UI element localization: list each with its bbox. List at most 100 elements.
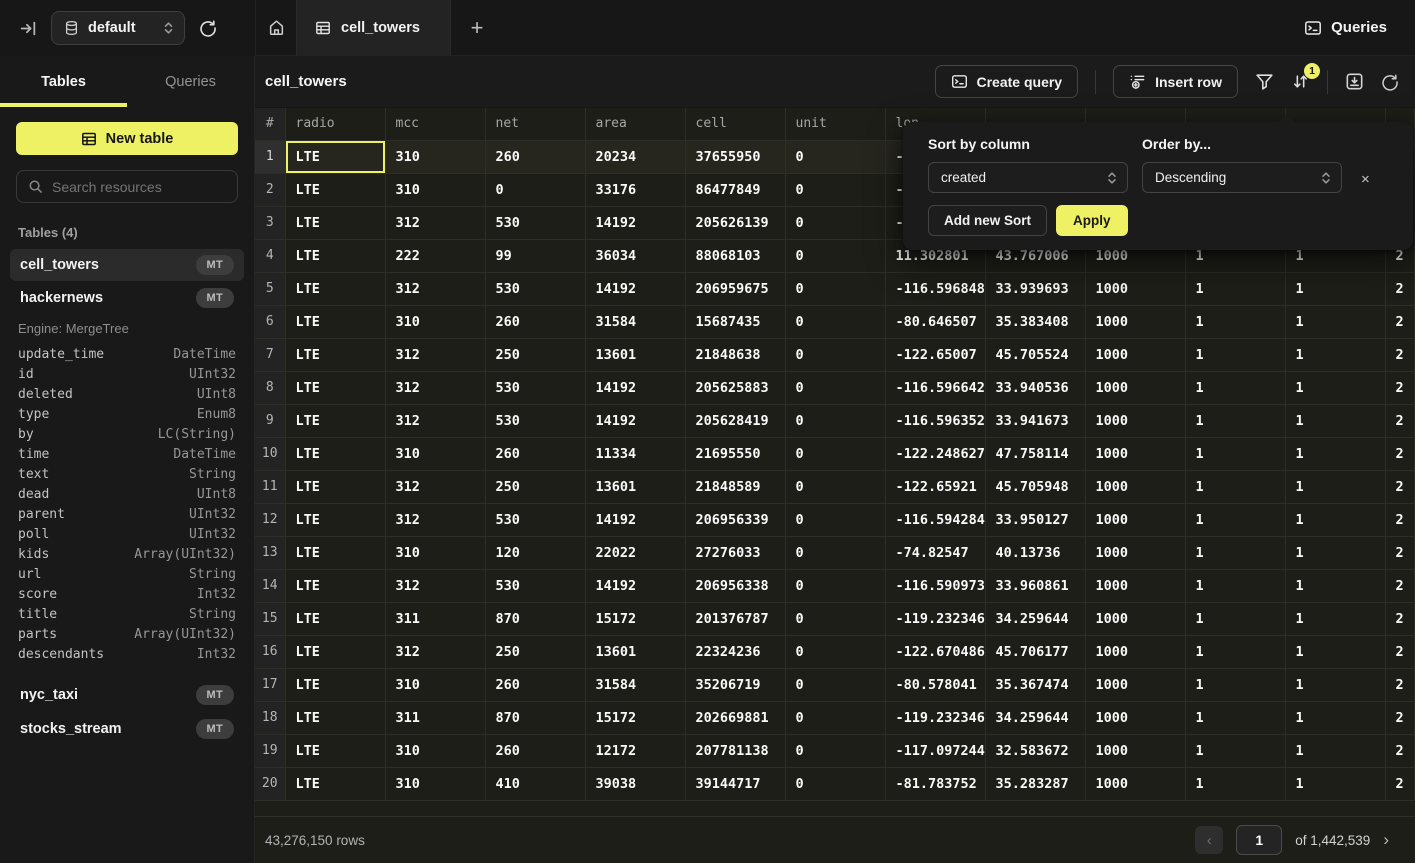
- table-cell[interactable]: 1: [1185, 767, 1285, 800]
- table-cell[interactable]: 0: [785, 602, 885, 635]
- table-cell[interactable]: 14192: [585, 272, 685, 305]
- table-cell[interactable]: 15687435: [685, 305, 785, 338]
- table-cell[interactable]: 260: [485, 734, 585, 767]
- table-cell[interactable]: 1000: [1085, 503, 1185, 536]
- table-cell[interactable]: 0: [785, 305, 885, 338]
- table-cell[interactable]: -122.65921: [885, 470, 985, 503]
- table-cell[interactable]: 530: [485, 404, 585, 437]
- table-cell[interactable]: 31584: [585, 305, 685, 338]
- table-cell[interactable]: 1: [1185, 470, 1285, 503]
- table-cell[interactable]: 530: [485, 503, 585, 536]
- table-cell[interactable]: 1: [1185, 272, 1285, 305]
- table-cell[interactable]: 311: [385, 701, 485, 734]
- table-cell[interactable]: 1: [1285, 503, 1385, 536]
- table-cell[interactable]: 35.283287: [985, 767, 1085, 800]
- table-cell[interactable]: 2: [1385, 305, 1415, 338]
- table-cell[interactable]: LTE: [285, 272, 385, 305]
- table-cell[interactable]: 21848589: [685, 470, 785, 503]
- table-cell[interactable]: 1000: [1085, 635, 1185, 668]
- table-cell[interactable]: 99: [485, 239, 585, 272]
- table-cell[interactable]: 310: [385, 173, 485, 206]
- sidebar-item-cell-towers[interactable]: cell_towers MT: [10, 249, 244, 281]
- sidebar-item-nyc-taxi[interactable]: nyc_taxi MT: [10, 679, 244, 711]
- table-cell[interactable]: LTE: [285, 734, 385, 767]
- sidebar-item-stocks-stream[interactable]: stocks_stream MT: [10, 713, 244, 745]
- table-cell[interactable]: 14192: [585, 569, 685, 602]
- table-cell[interactable]: 1000: [1085, 437, 1185, 470]
- table-cell[interactable]: 37655950: [685, 140, 785, 173]
- home-tab[interactable]: [256, 0, 296, 55]
- table-cell[interactable]: 310: [385, 140, 485, 173]
- table-cell[interactable]: 1: [1285, 272, 1385, 305]
- table-cell[interactable]: 35.383408: [985, 305, 1085, 338]
- table-cell[interactable]: 1000: [1085, 470, 1185, 503]
- table-cell[interactable]: 1: [1185, 536, 1285, 569]
- refresh-table-icon[interactable]: [1381, 73, 1399, 91]
- table-cell[interactable]: 2: [1385, 503, 1415, 536]
- apply-sort-button[interactable]: Apply: [1056, 205, 1128, 236]
- table-cell[interactable]: 120: [485, 536, 585, 569]
- table-cell[interactable]: 0: [785, 272, 885, 305]
- table-cell[interactable]: 310: [385, 437, 485, 470]
- table-cell[interactable]: -116.594284: [885, 503, 985, 536]
- table-cell[interactable]: 312: [385, 404, 485, 437]
- table-cell[interactable]: LTE: [285, 140, 385, 173]
- table-cell[interactable]: 45.705524: [985, 338, 1085, 371]
- table-cell[interactable]: 14192: [585, 206, 685, 239]
- table-cell[interactable]: 0: [785, 701, 885, 734]
- table-cell[interactable]: 206959675: [685, 272, 785, 305]
- table-cell[interactable]: 1: [1185, 701, 1285, 734]
- table-cell[interactable]: 32.583672: [985, 734, 1085, 767]
- table-cell[interactable]: 1000: [1085, 602, 1185, 635]
- table-cell[interactable]: LTE: [285, 668, 385, 701]
- table-cell[interactable]: -119.232346: [885, 701, 985, 734]
- table-cell[interactable]: 2: [1385, 635, 1415, 668]
- table-cell[interactable]: LTE: [285, 404, 385, 437]
- column-header[interactable]: unit: [785, 108, 885, 140]
- table-cell[interactable]: 14192: [585, 404, 685, 437]
- table-cell[interactable]: LTE: [285, 305, 385, 338]
- table-cell[interactable]: 530: [485, 569, 585, 602]
- table-cell[interactable]: 45.706177: [985, 635, 1085, 668]
- order-by-select[interactable]: Descending: [1142, 162, 1342, 193]
- table-cell[interactable]: 2: [1385, 734, 1415, 767]
- table-cell[interactable]: 2: [1385, 701, 1415, 734]
- table-cell[interactable]: 312: [385, 569, 485, 602]
- table-cell[interactable]: 205626139: [685, 206, 785, 239]
- table-cell[interactable]: LTE: [285, 701, 385, 734]
- table-cell[interactable]: 310: [385, 668, 485, 701]
- table-cell[interactable]: 250: [485, 470, 585, 503]
- table-cell[interactable]: 1000: [1085, 569, 1185, 602]
- table-cell[interactable]: 312: [385, 272, 485, 305]
- table-cell[interactable]: 22324236: [685, 635, 785, 668]
- table-cell[interactable]: 34.259644: [985, 602, 1085, 635]
- column-header[interactable]: cell: [685, 108, 785, 140]
- table-cell[interactable]: 13601: [585, 338, 685, 371]
- table-cell[interactable]: 35.367474: [985, 668, 1085, 701]
- table-cell[interactable]: 22022: [585, 536, 685, 569]
- sidebar-tab-queries[interactable]: Queries: [127, 56, 254, 107]
- table-cell[interactable]: 1: [1185, 635, 1285, 668]
- table-cell[interactable]: -81.783752: [885, 767, 985, 800]
- table-cell[interactable]: 27276033: [685, 536, 785, 569]
- table-cell[interactable]: 33.960861: [985, 569, 1085, 602]
- table-cell[interactable]: 33.940536: [985, 371, 1085, 404]
- table-cell[interactable]: 870: [485, 701, 585, 734]
- table-cell[interactable]: 1000: [1085, 338, 1185, 371]
- table-cell[interactable]: 0: [785, 371, 885, 404]
- table-cell[interactable]: 201376787: [685, 602, 785, 635]
- table-cell[interactable]: LTE: [285, 173, 385, 206]
- table-cell[interactable]: 1000: [1085, 701, 1185, 734]
- table-cell[interactable]: 1: [1185, 602, 1285, 635]
- refresh-connection-icon[interactable]: [199, 19, 217, 37]
- table-cell[interactable]: 1: [1285, 734, 1385, 767]
- table-cell[interactable]: 2: [1385, 602, 1415, 635]
- table-cell[interactable]: 1: [1285, 668, 1385, 701]
- table-cell[interactable]: LTE: [285, 206, 385, 239]
- sidebar-tab-tables[interactable]: Tables: [0, 56, 127, 107]
- table-cell[interactable]: 47.758114: [985, 437, 1085, 470]
- table-cell[interactable]: 1: [1185, 569, 1285, 602]
- table-cell[interactable]: -122.248627: [885, 437, 985, 470]
- insert-row-button[interactable]: Insert row: [1113, 65, 1238, 98]
- table-cell[interactable]: 14192: [585, 371, 685, 404]
